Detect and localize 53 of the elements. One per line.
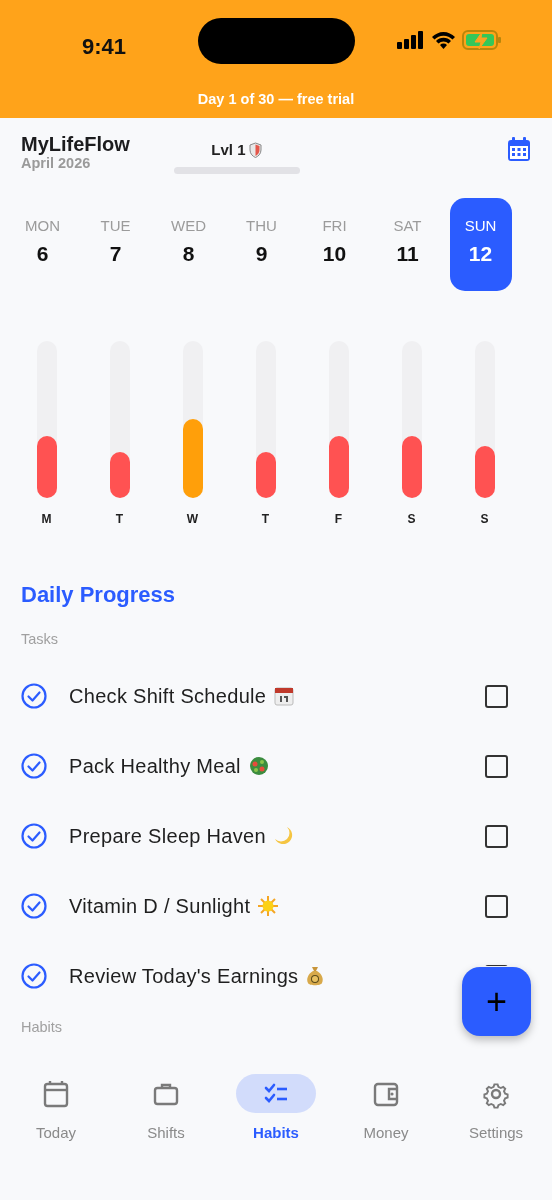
day-tab[interactable]: MON 6 [11,197,74,291]
nav-tab[interactable]: Money [331,1074,441,1145]
check-circle-icon [21,823,47,850]
calendar-icon[interactable] [507,136,531,162]
day-label: F [334,510,343,528]
check-circle-icon [21,753,47,780]
tasks-label: Tasks [21,629,60,649]
level-label: Lvl 1 [211,140,246,160]
check-circle-icon [21,963,47,990]
day-label: S [480,510,489,528]
app-title: MyLifeFlow [21,132,130,156]
calendar-icon [274,686,295,707]
add-button[interactable]: + [462,967,531,1036]
battery-charging-icon [462,30,502,50]
sun-icon [258,896,279,917]
clock: 9:41 [82,33,127,61]
calendar-icon [41,1078,71,1109]
day-label: M [41,510,52,528]
day-tab[interactable]: FRI 10 [303,197,366,291]
habits-label: Habits [21,1018,64,1038]
nav-tab[interactable]: Today [1,1074,111,1145]
check-circle-icon [21,683,47,710]
task-title: Review Today's Earnings [69,964,299,990]
task-checkbox[interactable] [485,684,508,708]
task-checkbox[interactable] [485,754,508,778]
day-label: T [261,510,270,528]
task-checkbox[interactable] [485,824,508,848]
trial-text: Day 1 of 30 — free trial [196,90,356,109]
section-title: Daily Progress [21,580,177,609]
day-tab[interactable]: SUN 12 [449,197,512,291]
task-title: Check Shift Schedule [69,684,267,710]
nav-tab[interactable]: Settings [441,1074,551,1145]
moon-icon [273,826,294,847]
salad-icon [248,756,269,777]
day-tab[interactable]: SAT 11 [376,197,439,291]
day-label: S [407,510,416,528]
task-title: Pack Healthy Meal [69,754,241,780]
task-checkbox[interactable] [485,894,508,918]
signal-icon [397,31,425,49]
nav-tab[interactable]: Habits [221,1074,331,1145]
nav-tab[interactable]: Shifts [111,1074,221,1145]
wifi-icon [431,31,456,49]
day-tab[interactable]: THU 9 [230,197,293,291]
check-circle-icon [21,893,47,920]
task-title: Prepare Sleep Haven [69,824,266,850]
day-label: T [115,510,124,528]
day-tab[interactable]: WED 8 [157,197,220,291]
shield-icon [249,142,263,159]
task-title: Vitamin D / Sunlight [69,894,251,920]
day-label: W [186,510,199,528]
money-bag-icon [306,965,325,988]
day-tab[interactable]: TUE 7 [84,197,147,291]
month-label: April 2026 [21,156,92,172]
